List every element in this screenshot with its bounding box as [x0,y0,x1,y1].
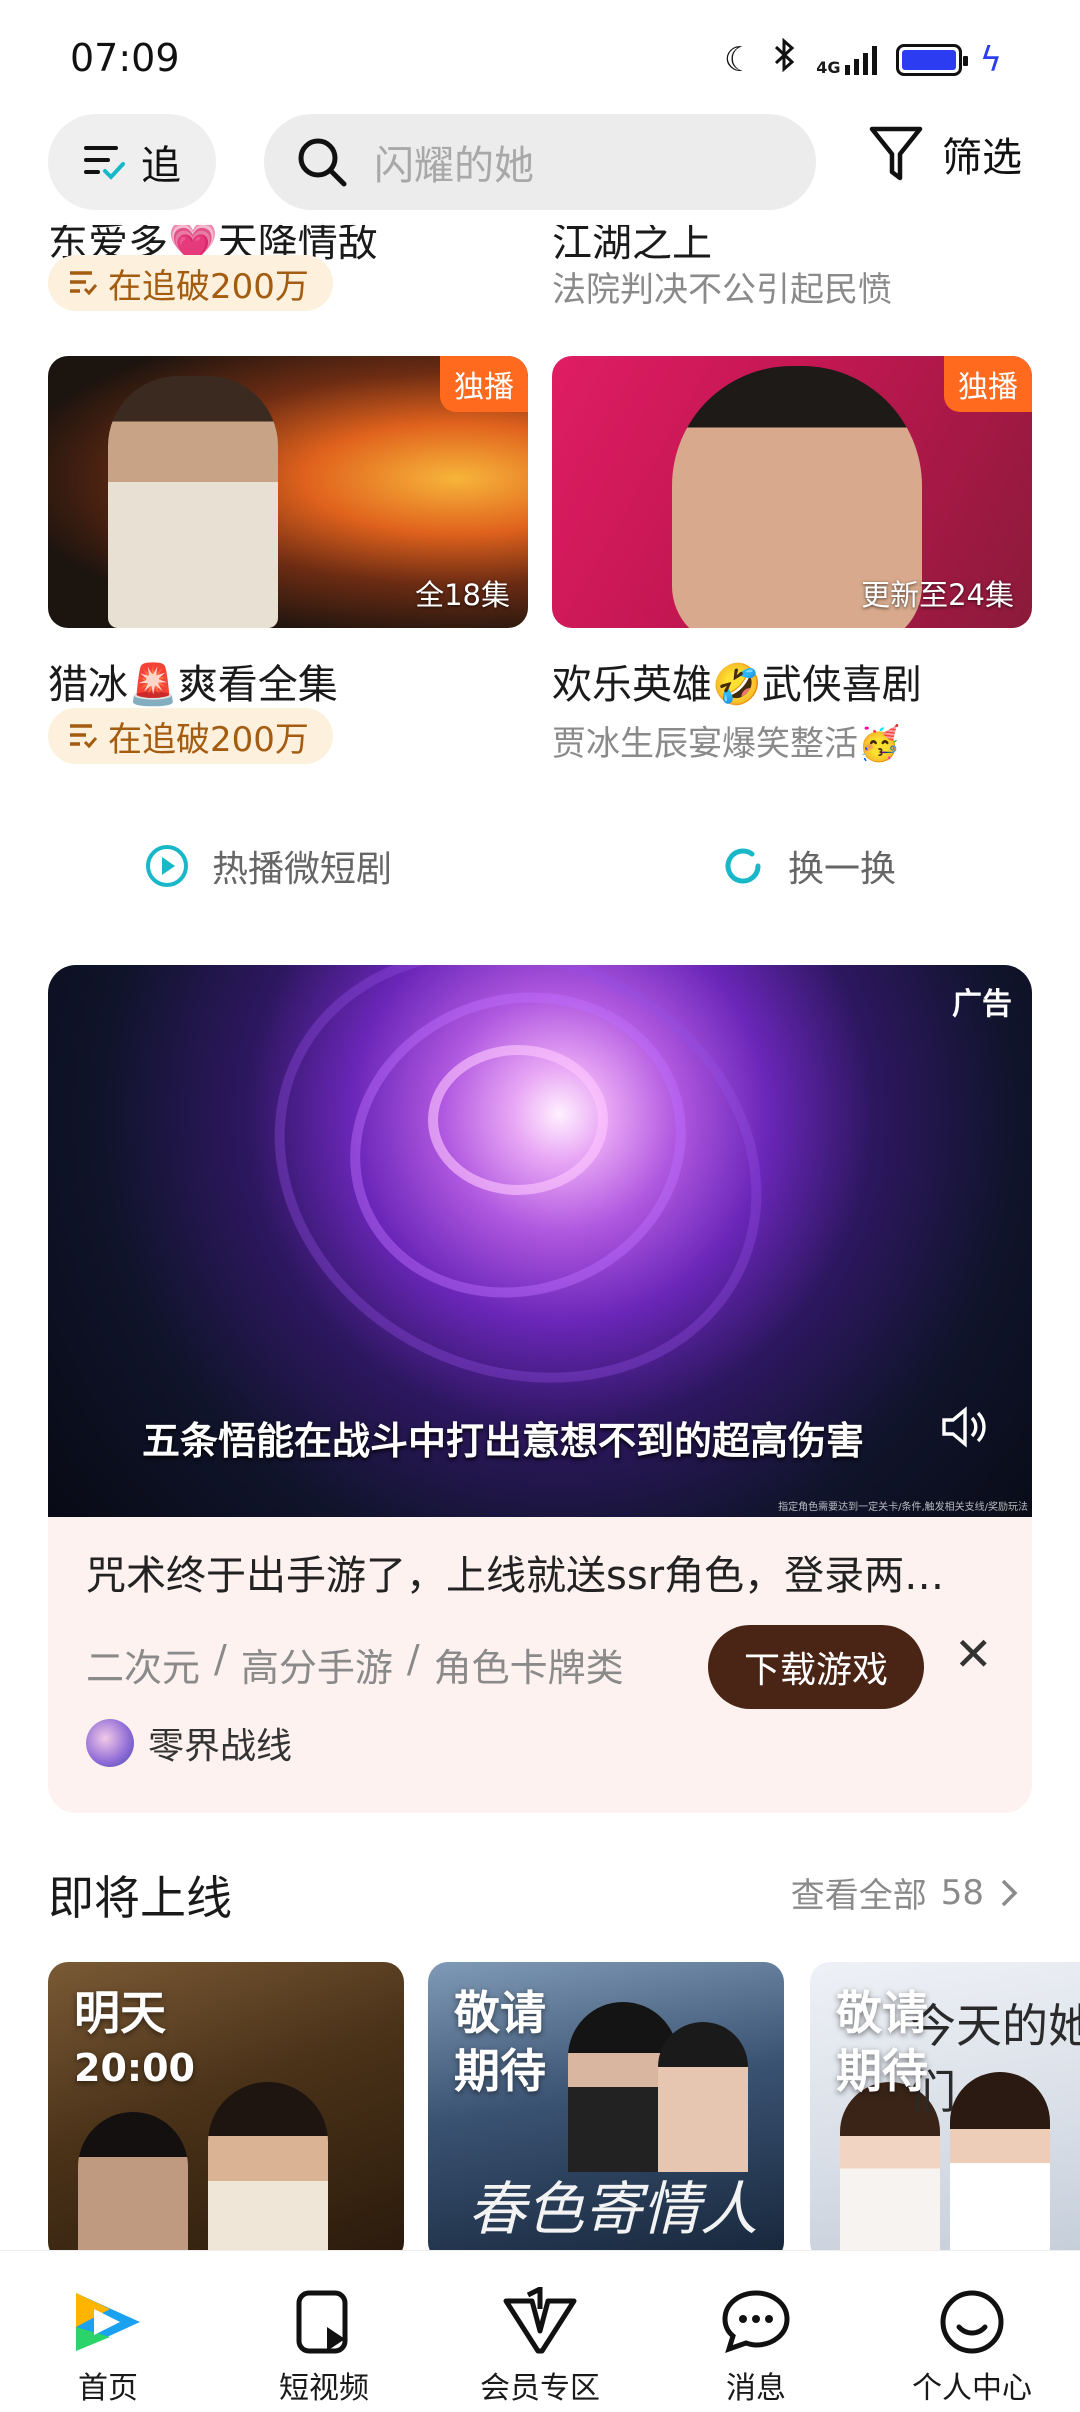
bottom-nav: 首页 短视频 会员专区 消息 个人中心 [0,2250,1080,2412]
home-logo-icon [76,2293,140,2351]
chevron-right-icon [1001,1879,1018,1906]
upcoming-poster[interactable]: 明天 20:00 [48,1962,404,2262]
filter-label: 筛选 [942,135,1022,181]
search-placeholder: 闪耀的她 [374,143,534,189]
episode-count: 更新至24集 [861,578,1014,612]
chase-badge-label: 在追破200万 [108,266,309,307]
refresh-icon [725,848,761,884]
hot-short-drama-link[interactable]: 热播微短剧 [144,840,392,892]
poster-art-title: 今天的她们 [910,1999,1080,2119]
drama-subtitle: 法院判决不公引起民愤 [552,270,892,310]
signal-icon: 4G [816,45,877,75]
ad-video[interactable]: 广告 五条悟能在战斗中打出意想不到的超高伤害 指定角色需要达到一定关卡/条件,触… [48,965,1032,1517]
download-game-button[interactable]: 下载游戏 [708,1625,924,1709]
play-circle-icon [146,845,188,887]
ad-fineprint: 指定角色需要达到一定关卡/条件,触发相关支线/奖励玩法 [778,1502,1028,1513]
vip-icon [503,2287,577,2354]
view-all-count: 58 [940,1872,984,1913]
bluetooth-icon [772,37,798,81]
network-type: 4G [816,57,841,77]
tab-label: 个人中心 [912,2371,1032,2406]
refresh-button[interactable]: 换一换 [720,840,896,892]
tab-label: 短视频 [279,2371,369,2406]
tab-short-video[interactable]: 短视频 [224,2287,424,2407]
view-all-label: 查看全部 [790,1876,927,1916]
upcoming-poster[interactable]: 春色寄情人 敬请 期待 [428,1962,784,2262]
poster-label: 明天 [74,1986,166,2040]
advertiser-name: 零界战线 [148,1726,293,1767]
search-input[interactable]: 闪耀的她 [264,114,816,210]
chase-button[interactable]: 追 [48,114,216,210]
ad-tag: 高分手游 [240,1646,393,1690]
hot-short-drama-label: 热播微短剧 [212,849,393,890]
ad-tag: 二次元 [86,1646,201,1690]
poster-label: 敬请 期待 [836,1986,928,2098]
chase-label: 追 [141,143,181,189]
exclusive-tag: 独播 [440,356,528,412]
list-icon [70,271,98,296]
moon-icon: ☾ [723,39,755,80]
tab-vip[interactable]: 会员专区 [440,2287,640,2407]
drama-thumbnail[interactable]: 独播 全18集 [48,356,528,628]
chase-count-badge: 在追破200万 [48,708,333,764]
advertiser[interactable]: 零界战线 [86,1717,292,1769]
poster-art-title: 春色寄情人 [468,2175,759,2243]
ad-tag: 角色卡牌类 [433,1646,624,1690]
tab-messages[interactable]: 消息 [656,2287,856,2407]
tab-home[interactable]: 首页 [8,2287,208,2407]
chase-badge-label: 在追破200万 [108,719,309,760]
short-video-icon [296,2290,348,2354]
ad-caption: 五条悟能在战斗中打出意想不到的超高伤害 [142,1419,865,1463]
ad-description: 咒术终于出手游了，上线就送ssr角色，登录两… [86,1553,945,1599]
refresh-label: 换一换 [788,849,897,890]
close-ad-icon[interactable]: ✕ [954,1627,993,1681]
tab-profile[interactable]: 个人中心 [872,2287,1072,2407]
advertiser-avatar [86,1719,134,1767]
ad-card[interactable]: 广告 五条悟能在战斗中打出意想不到的超高伤害 指定角色需要达到一定关卡/条件,触… [48,965,1032,1813]
upcoming-poster[interactable]: 今天的她们 敬请 期待 [810,1962,1080,2262]
episode-count: 全18集 [415,578,510,612]
ad-tags: 二次元 / 高分手游 / 角色卡牌类 [86,1637,624,1692]
battery-icon [895,43,968,76]
charging-icon: ϟ [979,39,1002,80]
section-title: 即将上线 [48,1871,232,1925]
poster-label: 敬请 期待 [454,1986,546,2098]
poster-time: 20:00 [74,2046,195,2090]
ad-label: 广告 [952,987,1012,1022]
list-icon [70,724,98,749]
tab-label: 首页 [78,2371,138,2406]
ad-tag-separator: / [406,1637,420,1681]
drama-title[interactable]: 欢乐英雄🤣武侠喜剧 [552,652,922,710]
speaker-icon[interactable] [940,1405,988,1460]
profile-smile-icon [940,2290,1004,2354]
message-icon [722,2290,790,2354]
drama-thumbnail[interactable]: 独播 更新至24集 [552,356,1032,628]
view-all-link[interactable]: 查看全部 58 [791,1868,1020,1917]
status-icons: ☾ 4G ϟ [723,37,1002,81]
filter-button[interactable]: 筛选 [868,124,1022,184]
drama-subtitle: 贾冰生辰宴爆笑整活🥳 [552,724,901,764]
ad-tag-separator: / [214,1637,227,1681]
exclusive-tag: 独播 [944,356,1032,412]
tab-label: 消息 [726,2371,786,2406]
chase-count-badge: 在追破200万 [48,255,333,311]
top-nav: 追 闪耀的她 筛选 [0,100,1080,225]
funnel-icon [869,126,923,181]
chase-list-icon [84,146,125,180]
search-icon [298,138,347,187]
tab-label: 会员专区 [480,2371,600,2406]
drama-title[interactable]: 猎冰🚨爽看全集 [48,652,338,710]
status-time: 07:09 [70,36,180,80]
